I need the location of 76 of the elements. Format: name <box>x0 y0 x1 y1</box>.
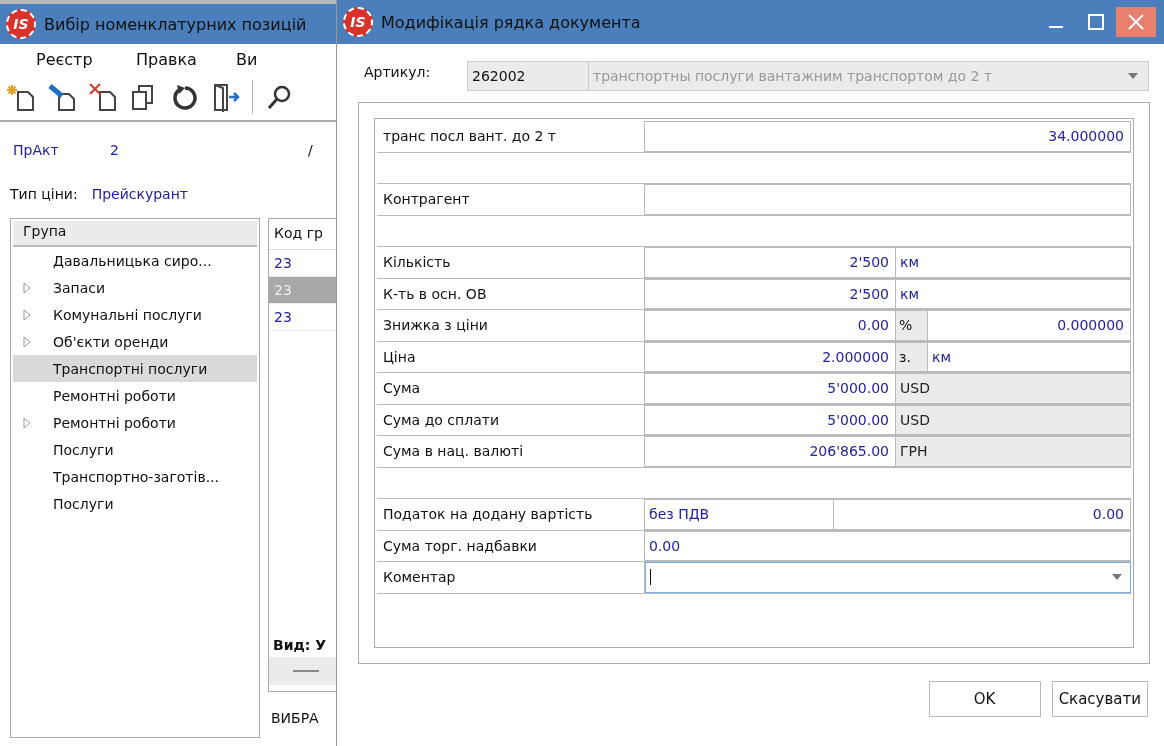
dropdown-arrow-icon[interactable] <box>1112 574 1122 581</box>
field-label: К-ть в осн. ОВ <box>377 278 645 309</box>
refresh-icon[interactable] <box>170 82 200 112</box>
value-field[interactable]: 0.000000 <box>928 310 1131 341</box>
menu-item[interactable]: Реєстр <box>36 49 136 69</box>
tree-item[interactable]: Ремонтні роботи <box>13 409 257 436</box>
value-field[interactable]: 2'500 <box>645 247 896 278</box>
tree-item[interactable]: Послуги <box>13 436 257 463</box>
tree-item[interactable]: Транспортні послуги <box>13 355 257 382</box>
field-label: Контрагент <box>377 184 645 215</box>
window-title: Вибір номенклатурних позицій <box>44 14 307 34</box>
field-label: Кількість <box>377 247 645 278</box>
exit-icon[interactable] <box>211 82 241 112</box>
unit-field: ГРН <box>896 436 1131 467</box>
unit-field: USD <box>896 373 1131 404</box>
input-field[interactable] <box>645 184 1131 215</box>
app-logo: IS <box>343 7 373 37</box>
tree-item[interactable]: Запаси <box>13 274 257 301</box>
price-type-value: Прейскурант <box>91 186 188 204</box>
ok-button[interactable]: OK <box>928 681 1041 717</box>
unit-field[interactable]: км <box>928 341 1131 372</box>
close-icon[interactable] <box>1116 7 1156 37</box>
field-label: Коментар <box>377 562 645 593</box>
unit-tag: з. <box>896 341 928 372</box>
menu-item[interactable]: Правка <box>136 49 236 69</box>
unit-field[interactable]: км <box>896 247 1131 278</box>
expand-arrow-icon[interactable] <box>23 416 31 429</box>
field-label: Ціна <box>377 341 645 372</box>
value-field[interactable]: 0.00 <box>645 310 896 341</box>
expand-arrow-icon[interactable] <box>23 335 31 348</box>
value-field[interactable]: 206'865.00 <box>645 436 896 467</box>
value-field[interactable]: 34.000000 <box>645 121 1131 152</box>
expand-arrow-icon[interactable] <box>23 281 31 294</box>
field-label: Сума <box>377 373 645 404</box>
article-code-field[interactable]: 262002 <box>467 61 589 91</box>
value-field[interactable]: 2'500 <box>645 278 896 309</box>
comment-dropdown[interactable] <box>645 562 1131 593</box>
unit-tag: % <box>896 310 928 341</box>
document-number: 2 <box>110 142 120 160</box>
unit-field[interactable]: км <box>896 278 1131 309</box>
view-label: Вид: У <box>272 637 328 653</box>
status-text: ВИБРА <box>270 709 320 728</box>
tree-item[interactable]: Транспортно-заготів... <box>13 463 257 490</box>
separator-text: / <box>308 142 313 160</box>
window-title: Модифікація рядка документа <box>381 12 641 32</box>
document-type: ПрАкт <box>13 142 60 160</box>
tree-item[interactable]: Комунальні послуги <box>13 301 257 328</box>
dropdown-arrow-icon[interactable] <box>1128 73 1138 79</box>
expand-arrow-icon[interactable] <box>23 308 31 321</box>
cancel-button[interactable]: Скасувати <box>1051 681 1148 717</box>
app-logo: IS <box>6 9 36 39</box>
field-label: Податок на додану вартість <box>377 499 645 530</box>
value-field[interactable]: 2.000000 <box>645 341 896 372</box>
menu-item[interactable]: Ви <box>236 49 336 69</box>
article-label: Артикул: <box>364 64 432 80</box>
tax-dropdown[interactable]: без ПДВ <box>645 499 834 530</box>
tree-item[interactable]: Послуги <box>13 490 257 517</box>
field-label: Сума в нац. валюті <box>377 436 645 467</box>
value-field[interactable]: 5'000.00 <box>645 404 896 435</box>
edit-document-icon[interactable] <box>47 82 77 112</box>
tree-item[interactable]: Давальницька сиро... <box>13 247 257 274</box>
new-document-icon[interactable] <box>6 82 36 112</box>
field-label: транс посл вант. до 2 т <box>377 121 645 152</box>
unit-field: USD <box>896 404 1131 435</box>
value-field[interactable]: 0.00 <box>645 530 1131 561</box>
field-label: Сума торг. надбавки <box>377 530 645 561</box>
column-header: Група <box>13 221 257 247</box>
delete-document-icon[interactable] <box>88 82 118 112</box>
value-field[interactable]: 0.00 <box>834 499 1131 530</box>
field-label: Знижка з ціни <box>377 310 645 341</box>
price-type-label: Тип ціни: <box>10 186 78 204</box>
value-field[interactable]: 5'000.00 <box>645 373 896 404</box>
field-label: Сума до сплати <box>377 404 645 435</box>
scrollbar[interactable] <box>269 657 336 685</box>
tree-item[interactable]: Ремонтні роботи <box>13 382 257 409</box>
tree-item[interactable]: Об'єкти оренди <box>13 328 257 355</box>
